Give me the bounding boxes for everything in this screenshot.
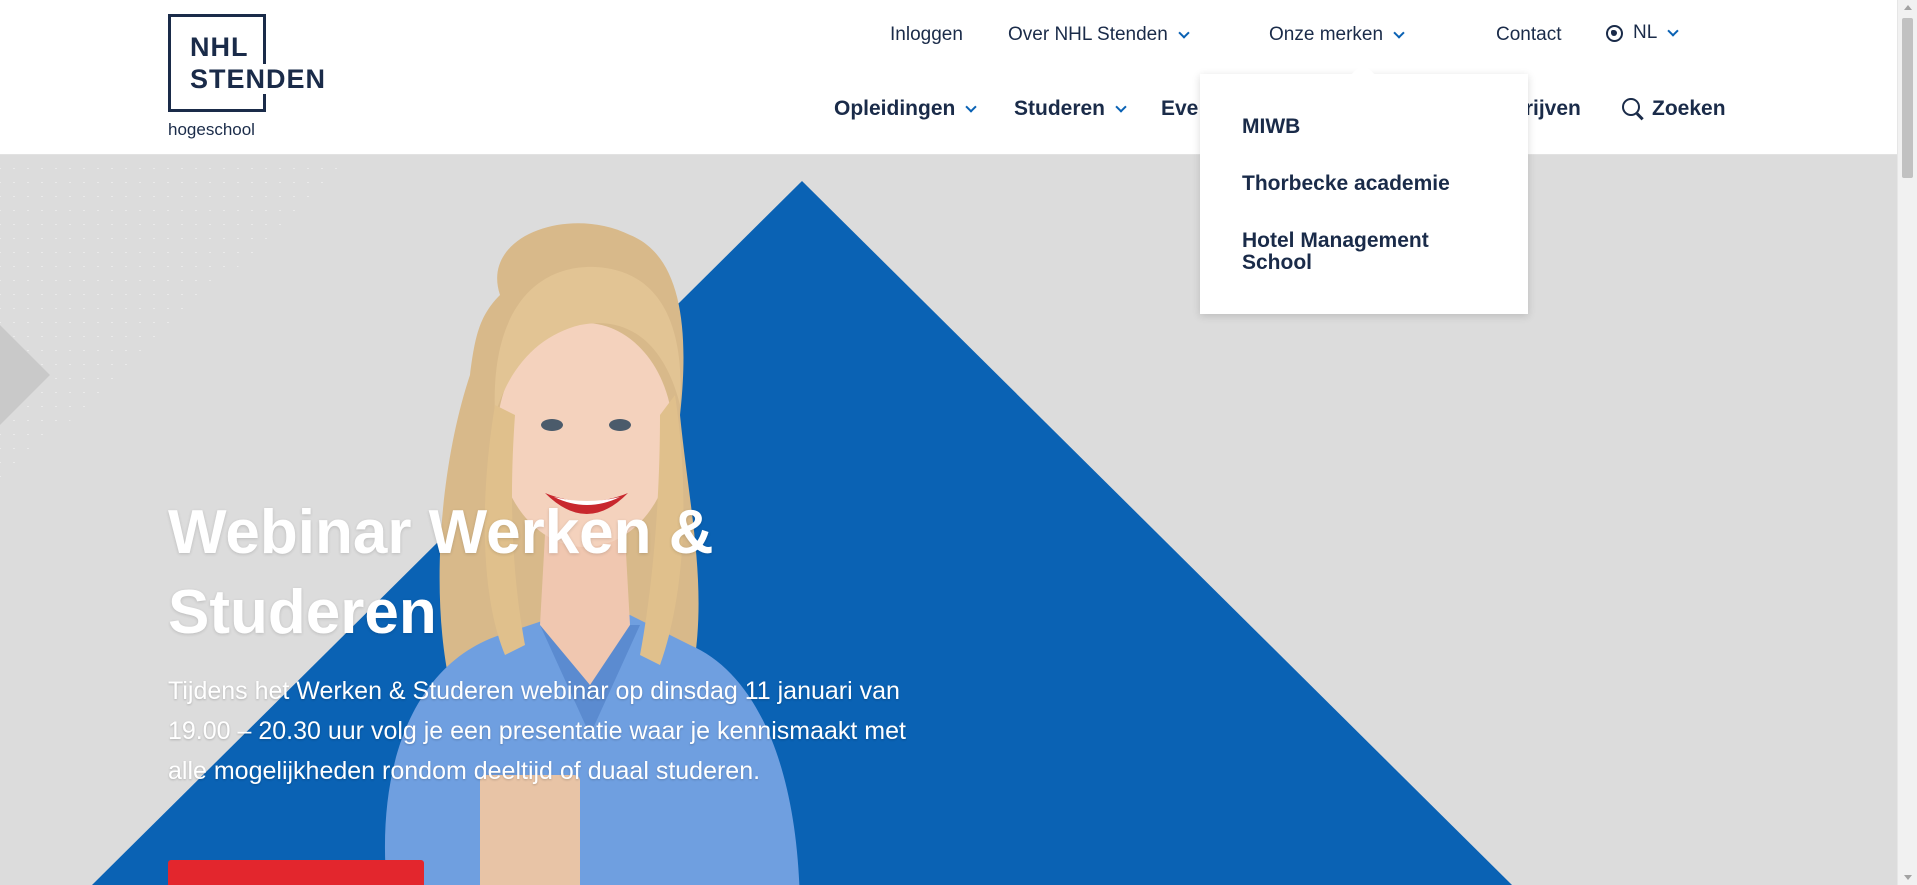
hero-description: Tijdens het Werken & Studeren webinar op… (168, 677, 906, 785)
logo[interactable]: NHL STENDEN hogeschool (168, 14, 338, 142)
chevron-down-icon (1667, 24, 1679, 37)
chevron-down-icon (1393, 26, 1405, 39)
hero-title: Webinar Werken & Studeren (168, 498, 714, 647)
login-label: Inloggen (890, 24, 963, 45)
brands-menu[interactable]: Onze merken (1269, 24, 1405, 46)
scrollbar-thumb[interactable] (1902, 18, 1913, 178)
about-menu[interactable]: Over NHL Stenden (1008, 24, 1190, 46)
chevron-down-icon (965, 100, 978, 113)
logo-text-nhl: NHL (190, 32, 249, 62)
logo-text-stenden: STENDEN (190, 64, 329, 94)
site-header: NHL STENDEN hogeschool Inloggen Over NHL… (0, 0, 1897, 155)
hero-cta-button[interactable] (168, 860, 424, 885)
contact-link[interactable]: Contact (1496, 24, 1561, 46)
page: NHL STENDEN hogeschool Inloggen Over NHL… (0, 0, 1917, 885)
dropdown-item-thorbecke[interactable]: Thorbecke academie (1242, 173, 1492, 195)
brands-label: Onze merken (1269, 24, 1384, 45)
nav-programs-label: Opleidingen (834, 97, 956, 120)
logo-subtitle: hogeschool (168, 120, 255, 139)
chevron-down-icon (1115, 100, 1127, 113)
logo-frame (168, 14, 266, 112)
page-scrollbar[interactable] (1897, 0, 1917, 885)
login-link[interactable]: Inloggen (890, 24, 963, 46)
about-label: Over NHL Stenden (1008, 24, 1168, 45)
dropdown-item-hotel-management[interactable]: Hotel Management School (1242, 230, 1492, 274)
hero-banner: Webinar Werken & Studeren Tijdens het We… (0, 155, 1897, 885)
nav-events[interactable]: Eve (1161, 97, 1198, 121)
search-label: Zoeken (1652, 97, 1726, 120)
chevron-down-icon (1178, 26, 1190, 39)
language-selector[interactable]: NL (1606, 22, 1679, 44)
brands-dropdown: MIWB Thorbecke academie Hotel Management… (1200, 74, 1528, 314)
nav-events-label: Eve (1161, 97, 1199, 120)
search-button[interactable]: Zoeken (1622, 97, 1726, 121)
nav-study[interactable]: Studeren (1014, 97, 1127, 121)
dropdown-item-miwb[interactable]: MIWB (1242, 116, 1492, 138)
contact-label: Contact (1496, 24, 1562, 45)
language-label: NL (1633, 22, 1658, 43)
nav-study-label: Studeren (1014, 97, 1106, 120)
scroll-up-arrow-icon[interactable] (1904, 5, 1912, 10)
nav-programs[interactable]: Opleidingen (834, 97, 978, 121)
scroll-down-arrow-icon[interactable] (1904, 875, 1912, 880)
search-icon (1622, 98, 1640, 116)
globe-icon (1606, 24, 1623, 42)
